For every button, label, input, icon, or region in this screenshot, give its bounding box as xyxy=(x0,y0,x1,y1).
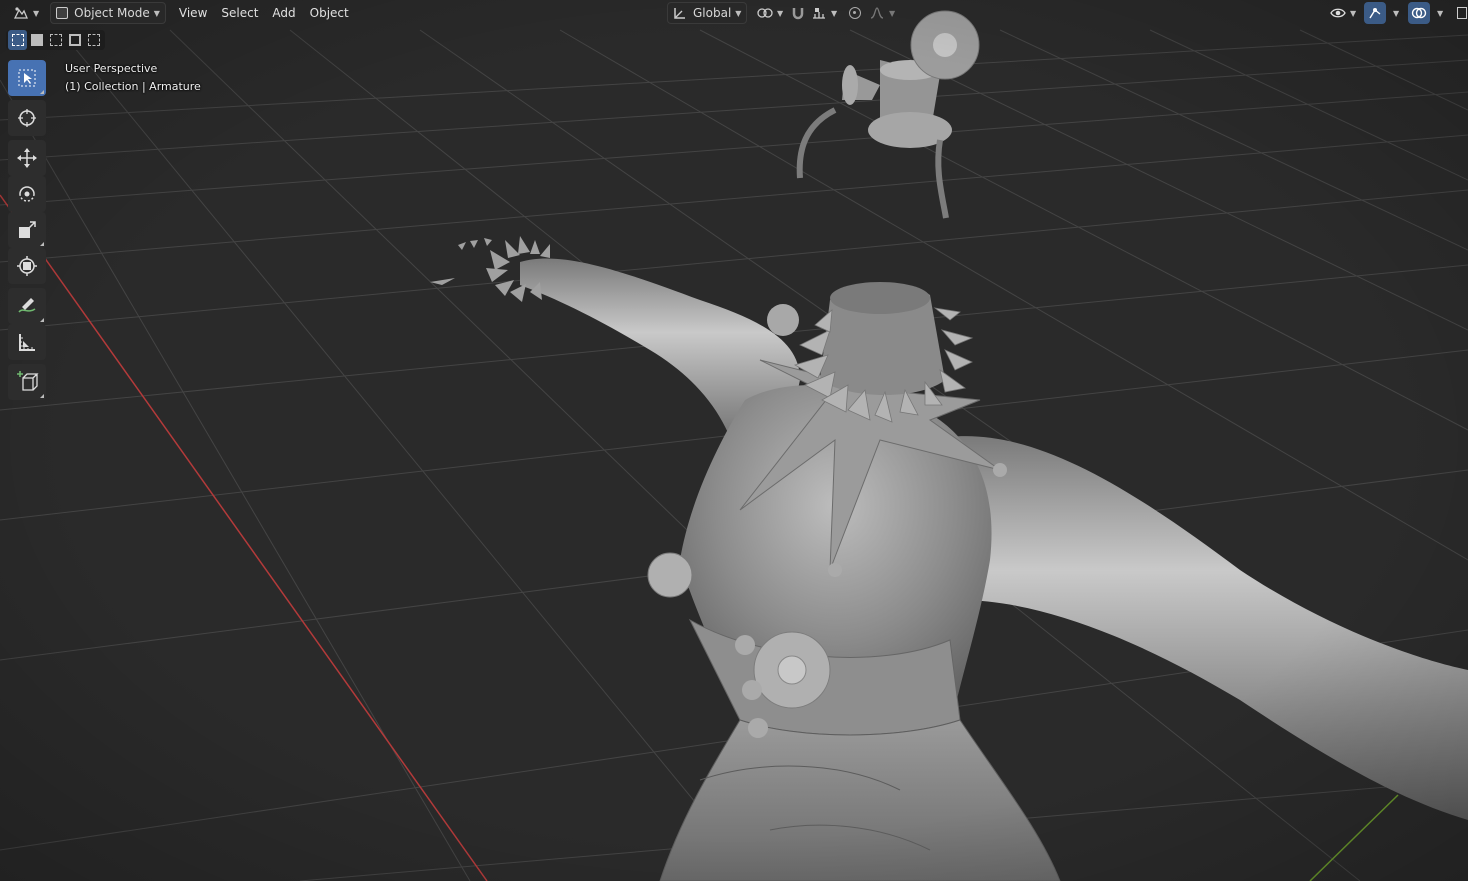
select-extend-button[interactable] xyxy=(27,30,46,50)
cursor-icon xyxy=(16,107,38,129)
proportional-editing-toggle[interactable] xyxy=(844,2,866,24)
add-cube-icon xyxy=(15,370,39,394)
eye-icon xyxy=(1330,6,1346,20)
chevron-down-icon: ▼ xyxy=(777,8,784,18)
gizmo-icon xyxy=(1367,6,1383,20)
menu-object[interactable]: Object xyxy=(303,2,356,24)
orientation-label: Global xyxy=(693,6,732,20)
gizmo-toggle[interactable] xyxy=(1364,2,1386,24)
menu-view[interactable]: View xyxy=(172,2,214,24)
tool-rotate[interactable] xyxy=(8,176,46,212)
chevron-down-icon: ▼ xyxy=(1350,8,1357,18)
header-menus: View Select Add Object xyxy=(172,2,356,24)
select-intersect-button[interactable] xyxy=(84,30,103,50)
falloff-curve-icon xyxy=(869,6,885,20)
chevron-down-icon[interactable]: ▼ xyxy=(1437,9,1443,18)
select-difference-button[interactable] xyxy=(65,30,84,50)
orientation-icon xyxy=(673,6,687,20)
overlays-toggle[interactable] xyxy=(1408,2,1430,24)
pivot-point-button[interactable]: ▼ xyxy=(752,2,788,24)
tool-add-cube[interactable] xyxy=(8,364,46,400)
select-box-icon xyxy=(17,68,37,88)
proportional-edit-icon xyxy=(849,7,861,19)
collection-label: (1) Collection | Armature xyxy=(65,80,201,93)
chevron-down-icon: ▼ xyxy=(735,8,742,18)
editor-type-button[interactable]: ▼ xyxy=(8,2,44,24)
mode-label: Object Mode xyxy=(74,6,150,20)
chevron-down-icon: ▼ xyxy=(33,8,40,18)
3d-viewport[interactable]: ▼ Object Mode ▼ View Select Add Object G… xyxy=(0,0,1468,881)
overlays-icon xyxy=(1411,6,1427,20)
select-difference-icon xyxy=(68,34,81,46)
chevron-down-icon[interactable]: ▼ xyxy=(1393,9,1399,18)
visibility-button[interactable]: ▼ xyxy=(1325,2,1361,24)
select-subtract-icon xyxy=(49,34,62,46)
transform-icon xyxy=(16,255,38,277)
xray-icon xyxy=(1457,7,1467,19)
annotate-icon xyxy=(16,295,38,317)
rotate-icon xyxy=(16,183,38,205)
tool-transform[interactable] xyxy=(8,248,46,284)
xray-toggle[interactable] xyxy=(1455,2,1468,24)
viewport-header: ▼ Object Mode ▼ View Select Add Object G… xyxy=(0,0,1468,26)
chevron-down-icon: ▼ xyxy=(153,8,160,18)
editor-type-icon xyxy=(13,6,29,20)
selection-mode-buttons xyxy=(6,30,105,50)
snap-target-button[interactable]: ▼ xyxy=(806,2,842,24)
mode-selector[interactable]: Object Mode ▼ xyxy=(50,2,166,24)
chevron-down-icon: ▼ xyxy=(831,8,838,18)
chevron-down-icon: ▼ xyxy=(889,8,896,18)
menu-select[interactable]: Select xyxy=(214,2,265,24)
falloff-button[interactable]: ▼ xyxy=(864,2,900,24)
pivot-icon xyxy=(757,6,773,20)
tool-select-box[interactable] xyxy=(8,60,46,96)
move-icon xyxy=(16,147,38,169)
select-intersect-icon xyxy=(87,34,100,46)
measure-icon xyxy=(16,331,38,353)
tool-move[interactable] xyxy=(8,140,46,176)
select-new-icon xyxy=(11,34,24,46)
menu-add[interactable]: Add xyxy=(265,2,302,24)
tool-measure[interactable] xyxy=(8,324,46,360)
select-extend-icon xyxy=(30,34,43,46)
select-subtract-button[interactable] xyxy=(46,30,65,50)
magnet-icon xyxy=(791,6,805,20)
tool-cursor[interactable] xyxy=(8,100,46,136)
perspective-label: User Perspective xyxy=(65,62,158,75)
tool-shelf xyxy=(8,60,48,400)
select-new-button[interactable] xyxy=(8,30,27,50)
object-mode-icon xyxy=(56,7,69,19)
viewport-scene[interactable] xyxy=(0,0,1468,881)
snap-increment-icon xyxy=(811,6,827,20)
tool-scale[interactable] xyxy=(8,212,46,248)
transform-orientation-selector[interactable]: Global ▼ xyxy=(667,2,748,24)
tool-annotate[interactable] xyxy=(8,288,46,324)
scale-icon xyxy=(16,219,38,241)
